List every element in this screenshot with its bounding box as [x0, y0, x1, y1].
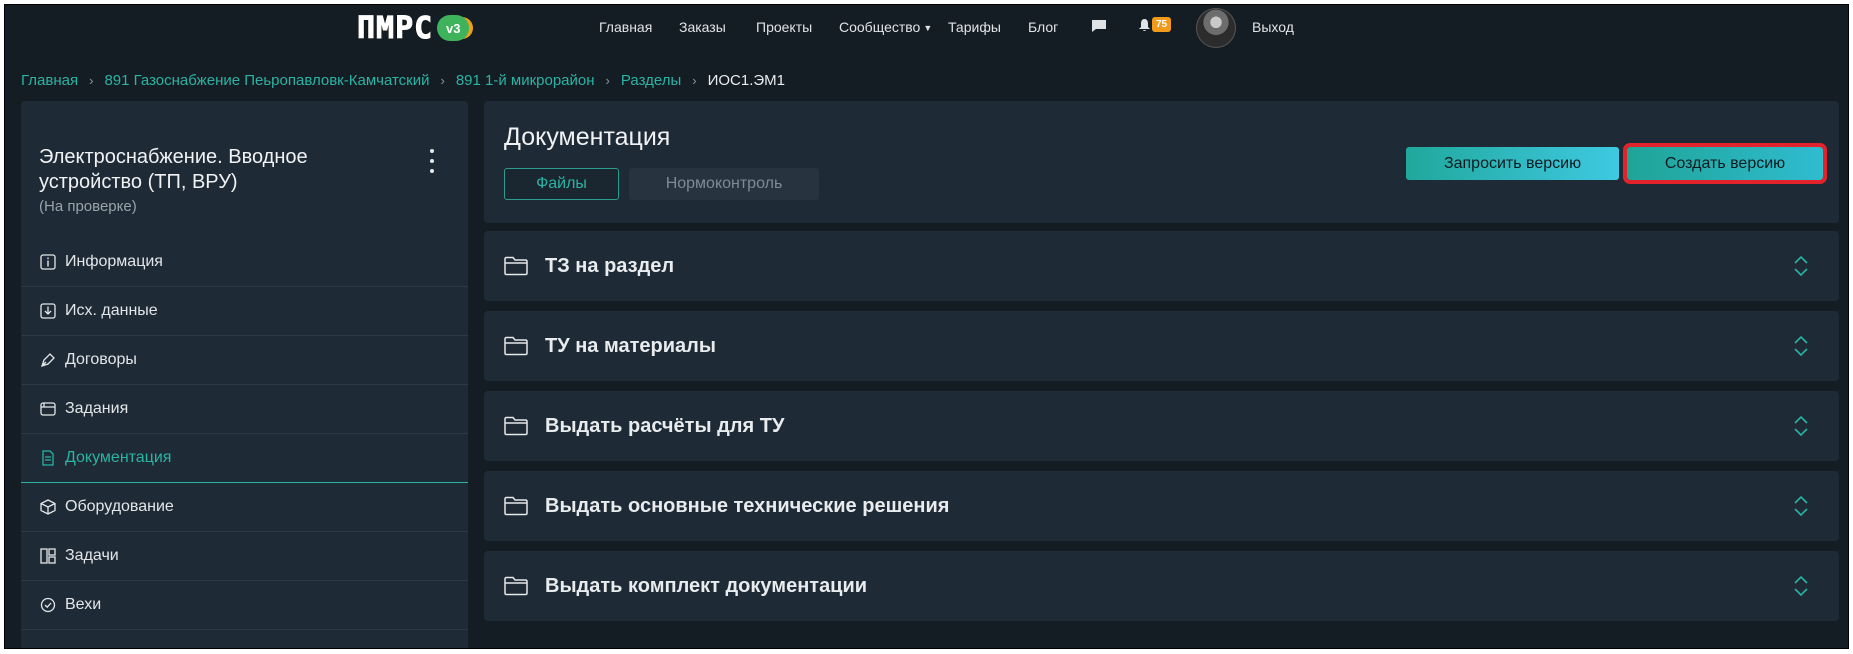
breadcrumb-project[interactable]: 891 Газоснабжение Пеьропавловк-Камчатски…	[104, 72, 429, 89]
chevron-right-icon: ›	[692, 73, 697, 88]
sidebar-item-label: Оборудование	[65, 498, 174, 515]
create-version-button[interactable]: Создать версию	[1623, 143, 1827, 184]
chevron-right-icon: ›	[440, 73, 445, 88]
folder-icon	[504, 416, 528, 436]
chevron-right-icon: ›	[89, 73, 94, 88]
sidebar-menu: Информация Исх. данные Договоры Задания	[21, 238, 468, 630]
logout-link[interactable]: Выход	[1252, 19, 1294, 35]
nav-blog[interactable]: Блог	[1028, 19, 1058, 35]
folder-icon	[504, 256, 528, 276]
expand-collapse-icon[interactable]	[1793, 575, 1809, 597]
avatar[interactable]	[1196, 8, 1236, 48]
nav-orders[interactable]: Заказы	[679, 19, 726, 35]
sidebar-item-label: Документация	[65, 449, 172, 466]
page-title: Документация	[504, 123, 671, 151]
folder-row[interactable]: Выдать расчёты для ТУ	[484, 391, 1839, 461]
sidebar-item-equipment[interactable]: Оборудование	[21, 483, 468, 532]
download-icon	[39, 302, 57, 320]
box-icon	[39, 498, 57, 516]
section-sidebar: Электроснабжение. Вводное устройство (ТП…	[21, 101, 468, 648]
nav-community-label: Сообщество	[839, 19, 921, 35]
sidebar-item-label: Договоры	[65, 351, 137, 368]
folder-name: Выдать основные технические решения	[545, 495, 950, 517]
breadcrumb-current: ИОС1.ЭМ1	[707, 72, 786, 89]
folder-name: ТЗ на раздел	[545, 255, 675, 277]
bell-icon	[1139, 18, 1150, 31]
request-version-button[interactable]: Запросить версию	[1406, 147, 1619, 180]
documentation-header: Документация Файлы Нормоконтроль Запроси…	[484, 101, 1839, 223]
nav-pricing[interactable]: Тарифы	[948, 19, 1001, 35]
sidebar-item-label: Исх. данные	[65, 302, 158, 319]
folder-icon	[504, 496, 528, 516]
folder-icon	[504, 336, 528, 356]
sidebar-item-label: Информация	[65, 253, 163, 270]
sidebar-item-label: Задания	[65, 400, 129, 417]
chat-icon[interactable]	[1091, 19, 1107, 33]
tab-normcontrol[interactable]: Нормоконтроль	[629, 168, 819, 200]
sidebar-item-information[interactable]: Информация	[21, 238, 468, 287]
sidebar-item-label: Вехи	[65, 596, 102, 613]
document-icon	[39, 449, 57, 467]
more-options-icon[interactable]	[428, 149, 436, 173]
section-status: (На проверке)	[39, 198, 137, 215]
nav-home[interactable]: Главная	[599, 19, 652, 35]
logo[interactable]: ПМРС v3	[356, 10, 470, 46]
folder-row[interactable]: Выдать комплект документации	[484, 551, 1839, 621]
breadcrumb-object[interactable]: 891 1-й микрорайон	[456, 72, 595, 89]
chevron-right-icon: ›	[605, 73, 610, 88]
sidebar-item-label: Задачи	[65, 547, 119, 564]
folder-row[interactable]: ТЗ на раздел	[484, 231, 1839, 301]
folder-name: ТУ на материалы	[545, 335, 716, 357]
folder-row[interactable]: Выдать основные технические решения	[484, 471, 1839, 541]
info-icon	[39, 253, 57, 271]
check-circle-icon	[39, 596, 57, 614]
sidebar-item-milestones[interactable]: Вехи	[21, 581, 468, 630]
nav-projects[interactable]: Проекты	[756, 19, 812, 35]
expand-collapse-icon[interactable]	[1793, 495, 1809, 517]
chevron-down-icon: ▼	[923, 23, 933, 33]
breadcrumb-home[interactable]: Главная	[21, 72, 78, 89]
top-navigation: ПМРС v3 Главная Заказы Проекты Сообществ…	[5, 5, 1848, 49]
folder-name: Выдать комплект документации	[545, 575, 868, 597]
version-badge: v3	[437, 15, 470, 41]
folder-name: Выдать расчёты для ТУ	[545, 415, 785, 437]
breadcrumb-sections[interactable]: Разделы	[621, 72, 681, 89]
sidebar-item-tasks[interactable]: Задачи	[21, 532, 468, 581]
expand-collapse-icon[interactable]	[1793, 255, 1809, 277]
expand-collapse-icon[interactable]	[1793, 415, 1809, 437]
notifications-count-badge: 75	[1152, 17, 1172, 32]
folder-row[interactable]: ТУ на материалы	[484, 311, 1839, 381]
pen-icon	[39, 351, 57, 369]
folder-icon	[504, 576, 528, 596]
expand-collapse-icon[interactable]	[1793, 335, 1809, 357]
section-title: Электроснабжение. Вводное устройство (ТП…	[39, 146, 308, 193]
sidebar-item-documentation[interactable]: Документация	[21, 434, 468, 483]
board-icon	[39, 547, 57, 565]
sidebar-item-assignments[interactable]: Задания	[21, 385, 468, 434]
nav-community[interactable]: Сообщество ▼	[839, 19, 932, 35]
sidebar-item-source-data[interactable]: Исх. данные	[21, 287, 468, 336]
breadcrumb: Главная › 891 Газоснабжение Пеьропавловк…	[21, 72, 785, 89]
window-icon	[39, 400, 57, 418]
sidebar-item-contracts[interactable]: Договоры	[21, 336, 468, 385]
logo-text: ПМРС	[356, 10, 434, 46]
app-window: ПМРС v3 Главная Заказы Проекты Сообществ…	[4, 4, 1849, 649]
tab-files[interactable]: Файлы	[504, 168, 619, 200]
notifications-button[interactable]: 75	[1138, 17, 1172, 32]
